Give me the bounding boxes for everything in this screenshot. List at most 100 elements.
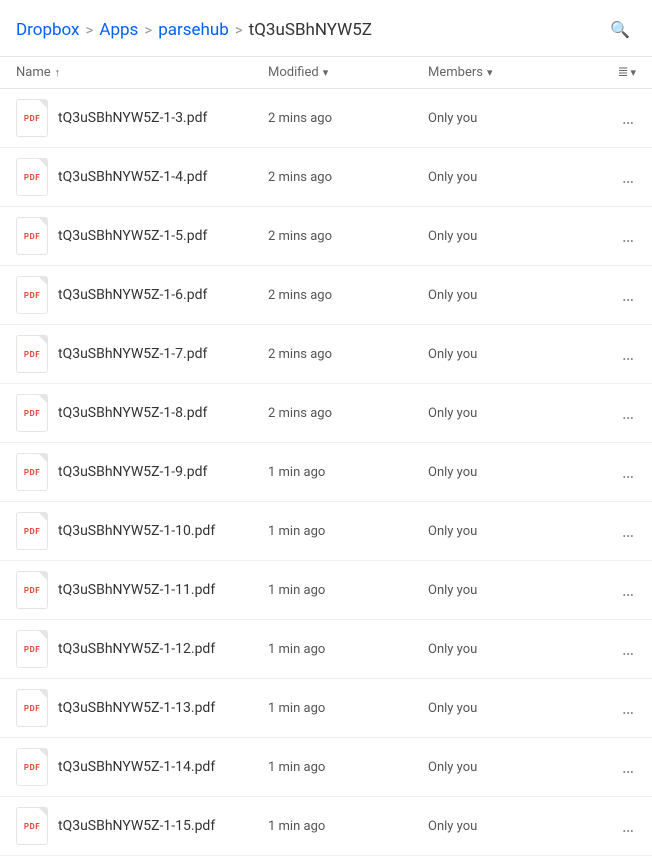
file-members: Only you: [428, 111, 588, 126]
breadcrumb: Dropbox > Apps > parsehub > tQ3uSBhNYW5Z: [16, 20, 372, 40]
file-name-cell[interactable]: tQ3uSBhNYW5Z-1-10.pdf: [16, 512, 268, 550]
file-name-cell[interactable]: tQ3uSBhNYW5Z-1-3.pdf: [16, 99, 268, 137]
file-name-cell[interactable]: tQ3uSBhNYW5Z-1-11.pdf: [16, 571, 268, 609]
pdf-icon: [16, 689, 48, 727]
pdf-icon: [16, 335, 48, 373]
file-name-cell[interactable]: tQ3uSBhNYW5Z-1-4.pdf: [16, 158, 268, 196]
table-row: tQ3uSBhNYW5Z-1-10.pdf 1 min ago Only you…: [0, 502, 652, 561]
search-icon: 🔍: [610, 20, 630, 40]
file-modified: 1 min ago: [268, 701, 428, 716]
list-view-icon: ≣: [618, 65, 629, 80]
breadcrumb-folder: tQ3uSBhNYW5Z: [249, 20, 372, 40]
file-actions-button[interactable]: …: [588, 521, 636, 542]
file-members: Only you: [428, 465, 588, 480]
file-members: Only you: [428, 288, 588, 303]
file-members: Only you: [428, 406, 588, 421]
file-name: tQ3uSBhNYW5Z-1-8.pdf: [58, 405, 207, 421]
pdf-icon: [16, 217, 48, 255]
pdf-icon: [16, 512, 48, 550]
file-actions-button[interactable]: …: [588, 757, 636, 778]
file-actions-button[interactable]: …: [588, 226, 636, 247]
file-actions-button[interactable]: …: [588, 816, 636, 837]
file-modified: 2 mins ago: [268, 229, 428, 244]
header: Dropbox > Apps > parsehub > tQ3uSBhNYW5Z…: [0, 0, 652, 57]
table-row: tQ3uSBhNYW5Z-1-7.pdf 2 mins ago Only you…: [0, 325, 652, 384]
file-modified: 2 mins ago: [268, 111, 428, 126]
file-name: tQ3uSBhNYW5Z-1-14.pdf: [58, 759, 215, 775]
file-name: tQ3uSBhNYW5Z-1-7.pdf: [58, 346, 207, 362]
col-modified[interactable]: Modified ▾: [268, 65, 428, 80]
col-view-toggle[interactable]: ≣ ▾: [588, 65, 636, 80]
table-row: tQ3uSBhNYW5Z-1-5.pdf 2 mins ago Only you…: [0, 207, 652, 266]
file-name: tQ3uSBhNYW5Z-1-11.pdf: [58, 582, 215, 598]
column-headers: Name ↑ Modified ▾ Members ▾ ≣ ▾: [0, 57, 652, 89]
breadcrumb-sep-3: >: [235, 21, 243, 39]
file-actions-button[interactable]: …: [588, 344, 636, 365]
pdf-icon: [16, 276, 48, 314]
file-members: Only you: [428, 347, 588, 362]
file-members: Only you: [428, 583, 588, 598]
breadcrumb-parsehub[interactable]: parsehub: [158, 20, 229, 40]
file-members: Only you: [428, 229, 588, 244]
breadcrumb-sep-2: >: [144, 21, 152, 39]
file-name-cell[interactable]: tQ3uSBhNYW5Z-1-6.pdf: [16, 276, 268, 314]
file-name-cell[interactable]: tQ3uSBhNYW5Z-1-12.pdf: [16, 630, 268, 668]
file-name-cell[interactable]: tQ3uSBhNYW5Z-1-15.pdf: [16, 807, 268, 845]
file-modified: 2 mins ago: [268, 347, 428, 362]
file-modified: 2 mins ago: [268, 406, 428, 421]
file-name-cell[interactable]: tQ3uSBhNYW5Z-1-8.pdf: [16, 394, 268, 432]
file-name-cell[interactable]: tQ3uSBhNYW5Z-1-9.pdf: [16, 453, 268, 491]
file-name-cell[interactable]: tQ3uSBhNYW5Z-1-5.pdf: [16, 217, 268, 255]
search-button[interactable]: 🔍: [604, 14, 636, 46]
breadcrumb-dropbox[interactable]: Dropbox: [16, 20, 80, 40]
file-name: tQ3uSBhNYW5Z-1-9.pdf: [58, 464, 207, 480]
file-name-cell[interactable]: tQ3uSBhNYW5Z-1-13.pdf: [16, 689, 268, 727]
col-modified-label: Modified: [268, 65, 319, 80]
table-row: tQ3uSBhNYW5Z-1-4.pdf 2 mins ago Only you…: [0, 148, 652, 207]
file-name: tQ3uSBhNYW5Z-1-6.pdf: [58, 287, 207, 303]
file-actions-button[interactable]: …: [588, 403, 636, 424]
file-name: tQ3uSBhNYW5Z-1-10.pdf: [58, 523, 215, 539]
file-name-cell[interactable]: tQ3uSBhNYW5Z-1-7.pdf: [16, 335, 268, 373]
file-actions-button[interactable]: …: [588, 167, 636, 188]
col-name-label: Name: [16, 65, 51, 80]
file-name-cell[interactable]: tQ3uSBhNYW5Z-1-14.pdf: [16, 748, 268, 786]
col-name[interactable]: Name ↑: [16, 65, 268, 80]
file-modified: 1 min ago: [268, 819, 428, 834]
file-actions-button[interactable]: …: [588, 580, 636, 601]
breadcrumb-apps[interactable]: Apps: [99, 20, 138, 40]
col-view-arrow: ▾: [630, 66, 636, 79]
pdf-icon: [16, 571, 48, 609]
table-row: tQ3uSBhNYW5Z-1-8.pdf 2 mins ago Only you…: [0, 384, 652, 443]
file-actions-button[interactable]: …: [588, 285, 636, 306]
table-row: tQ3uSBhNYW5Z-1-15.pdf 1 min ago Only you…: [0, 797, 652, 856]
pdf-icon: [16, 158, 48, 196]
table-row: tQ3uSBhNYW5Z-1-11.pdf 1 min ago Only you…: [0, 561, 652, 620]
file-members: Only you: [428, 170, 588, 185]
breadcrumb-sep-1: >: [86, 21, 94, 39]
col-members[interactable]: Members ▾: [428, 65, 588, 80]
file-actions-button[interactable]: …: [588, 108, 636, 129]
file-modified: 1 min ago: [268, 524, 428, 539]
pdf-icon: [16, 748, 48, 786]
file-name: tQ3uSBhNYW5Z-1-12.pdf: [58, 641, 215, 657]
file-actions-button[interactable]: …: [588, 639, 636, 660]
table-row: tQ3uSBhNYW5Z-1-6.pdf 2 mins ago Only you…: [0, 266, 652, 325]
col-members-label: Members: [428, 65, 483, 80]
file-actions-button[interactable]: …: [588, 698, 636, 719]
file-name: tQ3uSBhNYW5Z-1-5.pdf: [58, 228, 207, 244]
file-modified: 2 mins ago: [268, 170, 428, 185]
table-row: tQ3uSBhNYW5Z-1-14.pdf 1 min ago Only you…: [0, 738, 652, 797]
file-members: Only you: [428, 642, 588, 657]
file-members: Only you: [428, 819, 588, 834]
table-row: tQ3uSBhNYW5Z-1-3.pdf 2 mins ago Only you…: [0, 89, 652, 148]
col-members-sort-icon: ▾: [487, 66, 493, 79]
table-row: tQ3uSBhNYW5Z-1-13.pdf 1 min ago Only you…: [0, 679, 652, 738]
col-name-sort-icon: ↑: [55, 66, 61, 79]
file-modified: 1 min ago: [268, 583, 428, 598]
file-actions-button[interactable]: …: [588, 462, 636, 483]
pdf-icon: [16, 394, 48, 432]
file-list: tQ3uSBhNYW5Z-1-3.pdf 2 mins ago Only you…: [0, 89, 652, 856]
file-modified: 2 mins ago: [268, 288, 428, 303]
file-modified: 1 min ago: [268, 465, 428, 480]
